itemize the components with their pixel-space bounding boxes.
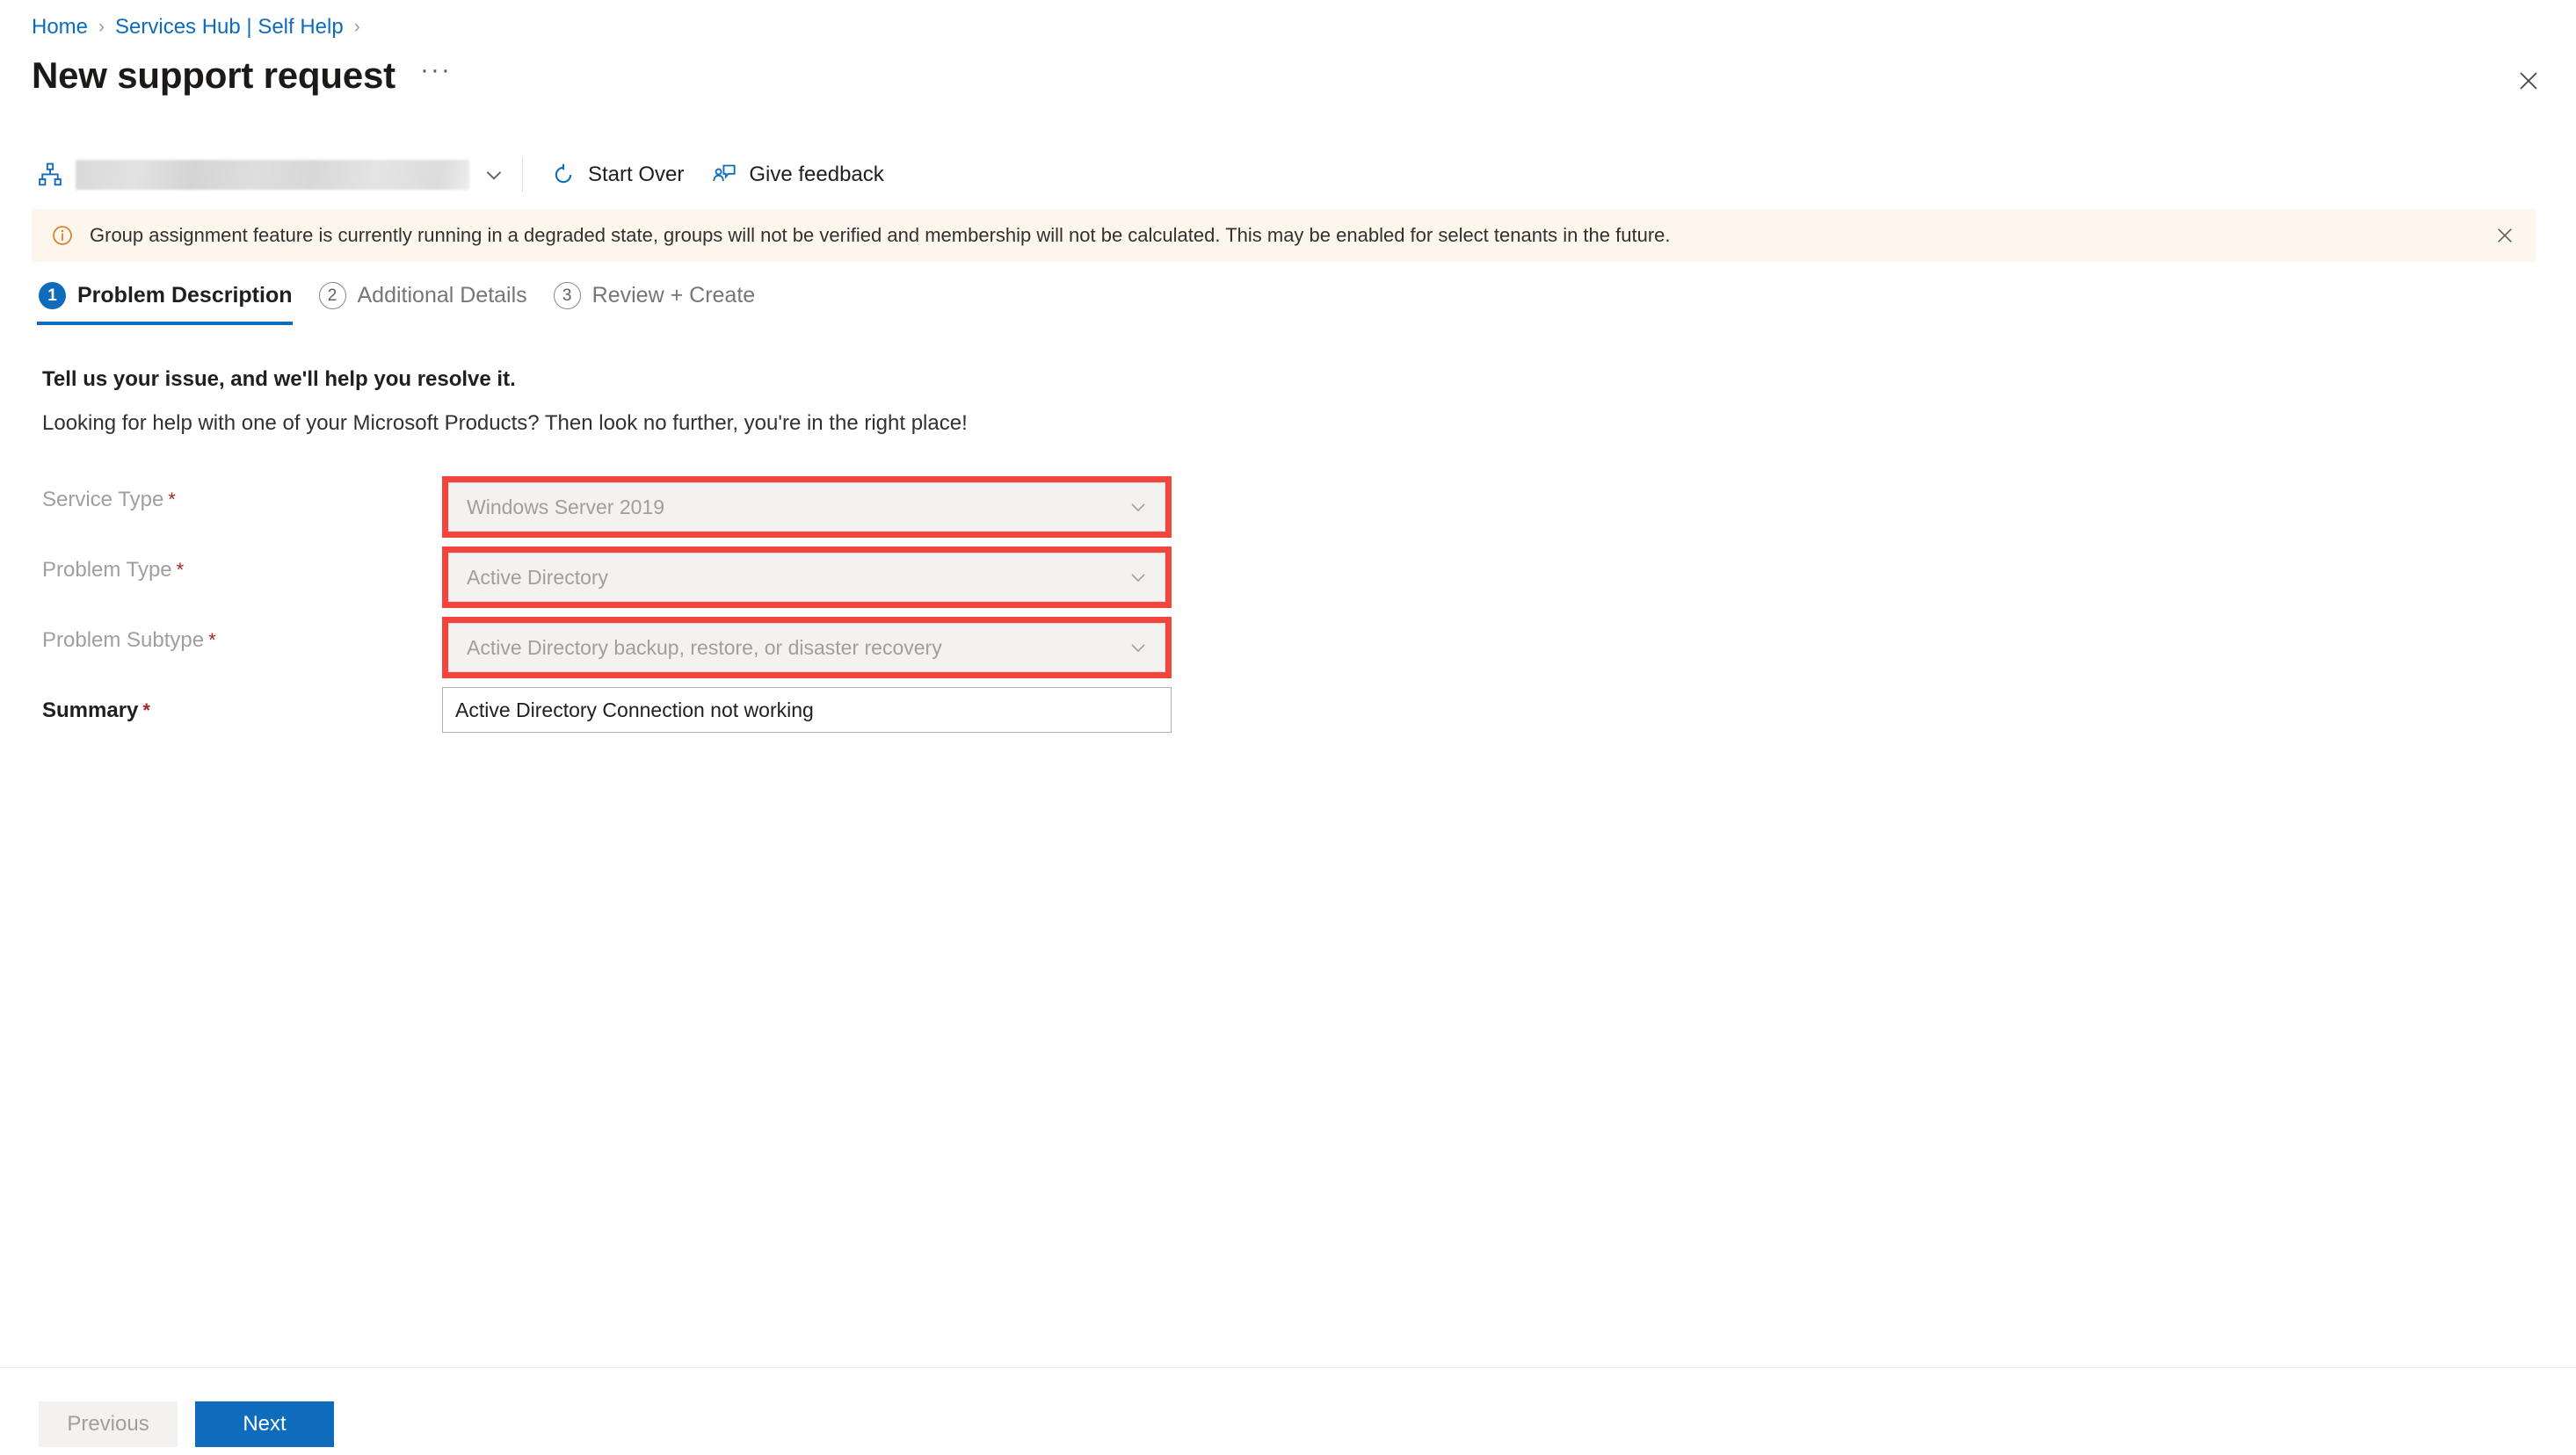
tenant-picker-chevron[interactable]	[475, 156, 513, 194]
step-number-3: 3	[553, 281, 581, 309]
required-asterisk: *	[176, 559, 185, 581]
required-asterisk: *	[168, 489, 176, 510]
summary-label: Summary *	[42, 698, 150, 724]
summary-label-text: Summary	[42, 699, 139, 722]
warning-message-text: Group assignment feature is currently ru…	[90, 224, 1671, 246]
field-row-summary: Summary *	[42, 682, 1202, 752]
service-type-annotation-box: Windows Server 2019	[442, 476, 1172, 538]
required-asterisk: *	[142, 699, 150, 721]
page-title: New support request	[32, 54, 395, 96]
command-bar-divider	[522, 157, 523, 192]
breadcrumb-item-services-hub-self-help[interactable]: Services Hub | Self Help	[115, 14, 344, 40]
chevron-down-icon	[1128, 637, 1149, 658]
service-type-value: Windows Server 2019	[467, 496, 664, 518]
tab-review-create-label: Review + Create	[591, 283, 756, 308]
chevron-down-icon	[486, 171, 502, 180]
support-request-form: Service Type * Windows Server 2019 Proble…	[42, 471, 1202, 752]
dismiss-message-bar-button[interactable]	[2482, 216, 2528, 255]
step-number-1: 1	[39, 281, 66, 309]
wizard-steps: 1 Problem Description 2 Additional Detai…	[35, 278, 778, 325]
lead-heading: Tell us your issue, and we'll help you r…	[42, 367, 516, 391]
problem-subtype-label: Problem Subtype *	[42, 627, 216, 654]
tab-additional-details-label: Additional Details	[357, 283, 527, 308]
tab-additional-details[interactable]: 2 Additional Details	[316, 278, 550, 325]
breadcrumb-separator-icon: ›	[98, 17, 105, 37]
command-bar: Start Over Give feedback	[0, 148, 2576, 202]
problem-subtype-label-text: Problem Subtype	[42, 628, 205, 652]
problem-subtype-value: Active Directory backup, restore, or dis…	[467, 636, 942, 659]
refresh-icon	[555, 163, 572, 184]
tab-review-create[interactable]: 3 Review + Create	[550, 278, 779, 325]
breadcrumb-separator-icon-2: ›	[353, 17, 360, 37]
start-over-label: Start Over	[588, 163, 685, 186]
sub-text: Looking for help with one of your Micros…	[42, 411, 968, 435]
field-row-problem-subtype: Problem Subtype * Active Directory backup…	[42, 612, 1202, 682]
service-type-dropdown[interactable]: Windows Server 2019	[448, 482, 1165, 532]
info-circle-icon	[51, 224, 74, 247]
breadcrumb: Home › Services Hub | Self Help ›	[32, 14, 360, 40]
step-number-2: 2	[318, 281, 346, 309]
start-over-button[interactable]: Start Over	[537, 153, 698, 197]
field-row-problem-type: Problem Type * Active Directory	[42, 541, 1202, 612]
tab-problem-description[interactable]: 1 Problem Description	[35, 278, 316, 325]
close-icon	[2498, 228, 2512, 242]
problem-type-value: Active Directory	[467, 566, 609, 589]
service-type-label: Service Type *	[42, 487, 176, 513]
next-button[interactable]: Next	[195, 1401, 334, 1447]
breadcrumb-item-home[interactable]: Home	[32, 14, 88, 40]
problem-subtype-dropdown[interactable]: Active Directory backup, restore, or dis…	[448, 623, 1165, 672]
give-feedback-button[interactable]: Give feedback	[698, 153, 897, 197]
chevron-down-icon	[1128, 496, 1149, 518]
wizard-footer: Previous Next	[39, 1401, 334, 1447]
required-asterisk: *	[208, 629, 216, 651]
tenant-picker[interactable]	[37, 160, 469, 190]
problem-type-annotation-box: Active Directory	[442, 547, 1172, 608]
summary-control-wrap	[442, 687, 1172, 733]
problem-type-label-text: Problem Type	[42, 558, 172, 582]
close-icon	[2520, 72, 2537, 90]
feedback-person-icon	[713, 164, 736, 182]
problem-type-label: Problem Type *	[42, 557, 184, 583]
chevron-down-icon	[1128, 567, 1149, 588]
field-row-service-type: Service Type * Windows Server 2019	[42, 471, 1202, 541]
summary-input[interactable]	[442, 687, 1172, 733]
more-options-icon[interactable]: ···	[413, 57, 459, 87]
give-feedback-label: Give feedback	[749, 163, 884, 186]
service-type-label-text: Service Type	[42, 488, 164, 511]
footer-divider	[0, 1367, 2576, 1368]
problem-subtype-annotation-box: Active Directory backup, restore, or dis…	[442, 617, 1172, 678]
tab-problem-description-label: Problem Description	[77, 283, 293, 308]
warning-message-bar: Group assignment feature is currently ru…	[32, 209, 2536, 262]
org-hierarchy-icon	[39, 163, 62, 186]
close-blade-button[interactable]	[2507, 60, 2550, 102]
title-row: New support request ···	[32, 53, 459, 98]
tenant-name-redacted	[76, 160, 469, 190]
problem-type-dropdown[interactable]: Active Directory	[448, 553, 1165, 602]
previous-button[interactable]: Previous	[39, 1401, 178, 1447]
